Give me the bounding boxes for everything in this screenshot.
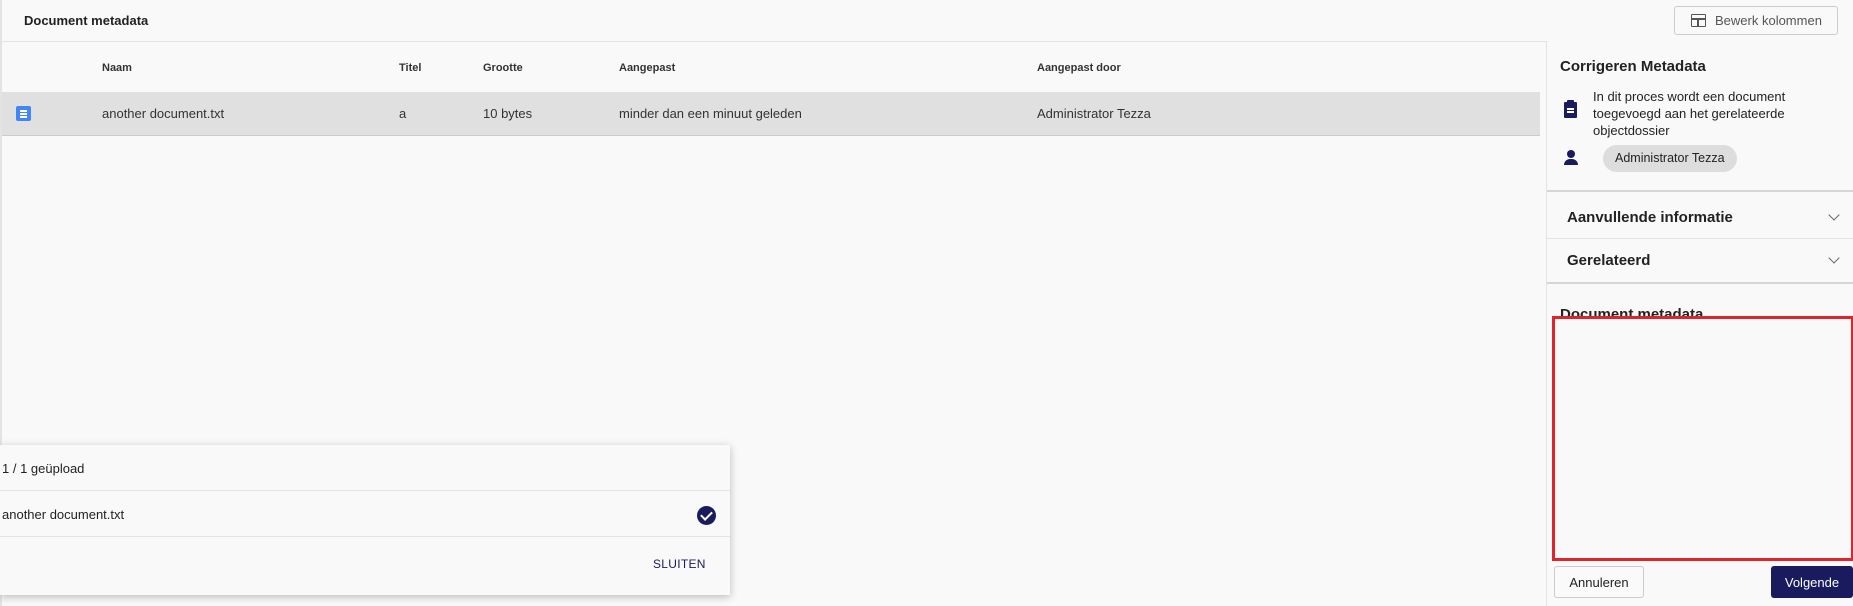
divider [1547,190,1853,192]
column-header-aangepast-door[interactable]: Aangepast door [1037,62,1121,74]
assignee-chip[interactable]: Administrator Tezza [1603,145,1737,172]
cell-name: another document.txt [102,106,225,121]
cancel-button[interactable]: Annuleren [1554,566,1644,598]
close-upload-button[interactable]: SLUITEN [653,557,706,571]
edit-columns-label: Bewerk kolommen [1715,13,1822,28]
cell-size: 10 bytes [483,106,533,121]
cell-title: a [399,106,407,121]
side-panel: Corrigeren Metadata In dit proces wordt … [1546,42,1853,606]
accordion-label: Aanvullende informatie [1567,209,1733,226]
process-description: In dit proces wordt een document toegevo… [1593,89,1786,138]
page-header: Document metadata [2,0,1548,42]
column-header-aangepast[interactable]: Aangepast [619,62,675,74]
upload-file-row: another document.txt [0,491,730,537]
page-title: Document metadata [24,13,149,28]
uploaded-file-name: another document.txt [2,507,125,522]
edit-columns-button[interactable]: Bewerk kolommen [1674,6,1838,35]
document-icon [16,106,31,121]
clipboard-icon [1564,100,1577,118]
upload-status-panel: 1 / 1 geüpload another document.txt SLUI… [0,445,730,595]
chevron-down-icon [1828,252,1840,264]
column-header-naam[interactable]: Naam [102,62,132,74]
metadata-form-area [1552,316,1853,561]
cell-modified: minder dan een minuut geleden [619,106,802,121]
table-row[interactable]: another document.txt a 10 bytes minder d… [2,92,1540,136]
divider [1547,282,1853,284]
upload-count: 1 / 1 geüpload [2,461,85,476]
cell-modified-by: Administrator Tezza [1037,106,1151,121]
edit-columns-icon [1691,14,1706,27]
upload-count-row: 1 / 1 geüpload [0,445,730,491]
chevron-down-icon [1828,209,1840,221]
accordion-gerelateerd[interactable]: Gerelateerd [1547,240,1853,282]
side-panel-title: Corrigeren Metadata [1560,58,1706,75]
table-header: Naam Titel Grootte Aangepast Aangepast d… [2,42,1540,92]
column-header-titel[interactable]: Titel [399,62,421,74]
person-icon [1564,150,1578,165]
next-button[interactable]: Volgende [1771,566,1853,598]
accordion-label: Gerelateerd [1567,252,1651,269]
column-header-grootte[interactable]: Grootte [483,62,523,74]
check-circle-icon [697,506,716,525]
accordion-aanvullende-informatie[interactable]: Aanvullende informatie [1547,197,1853,239]
